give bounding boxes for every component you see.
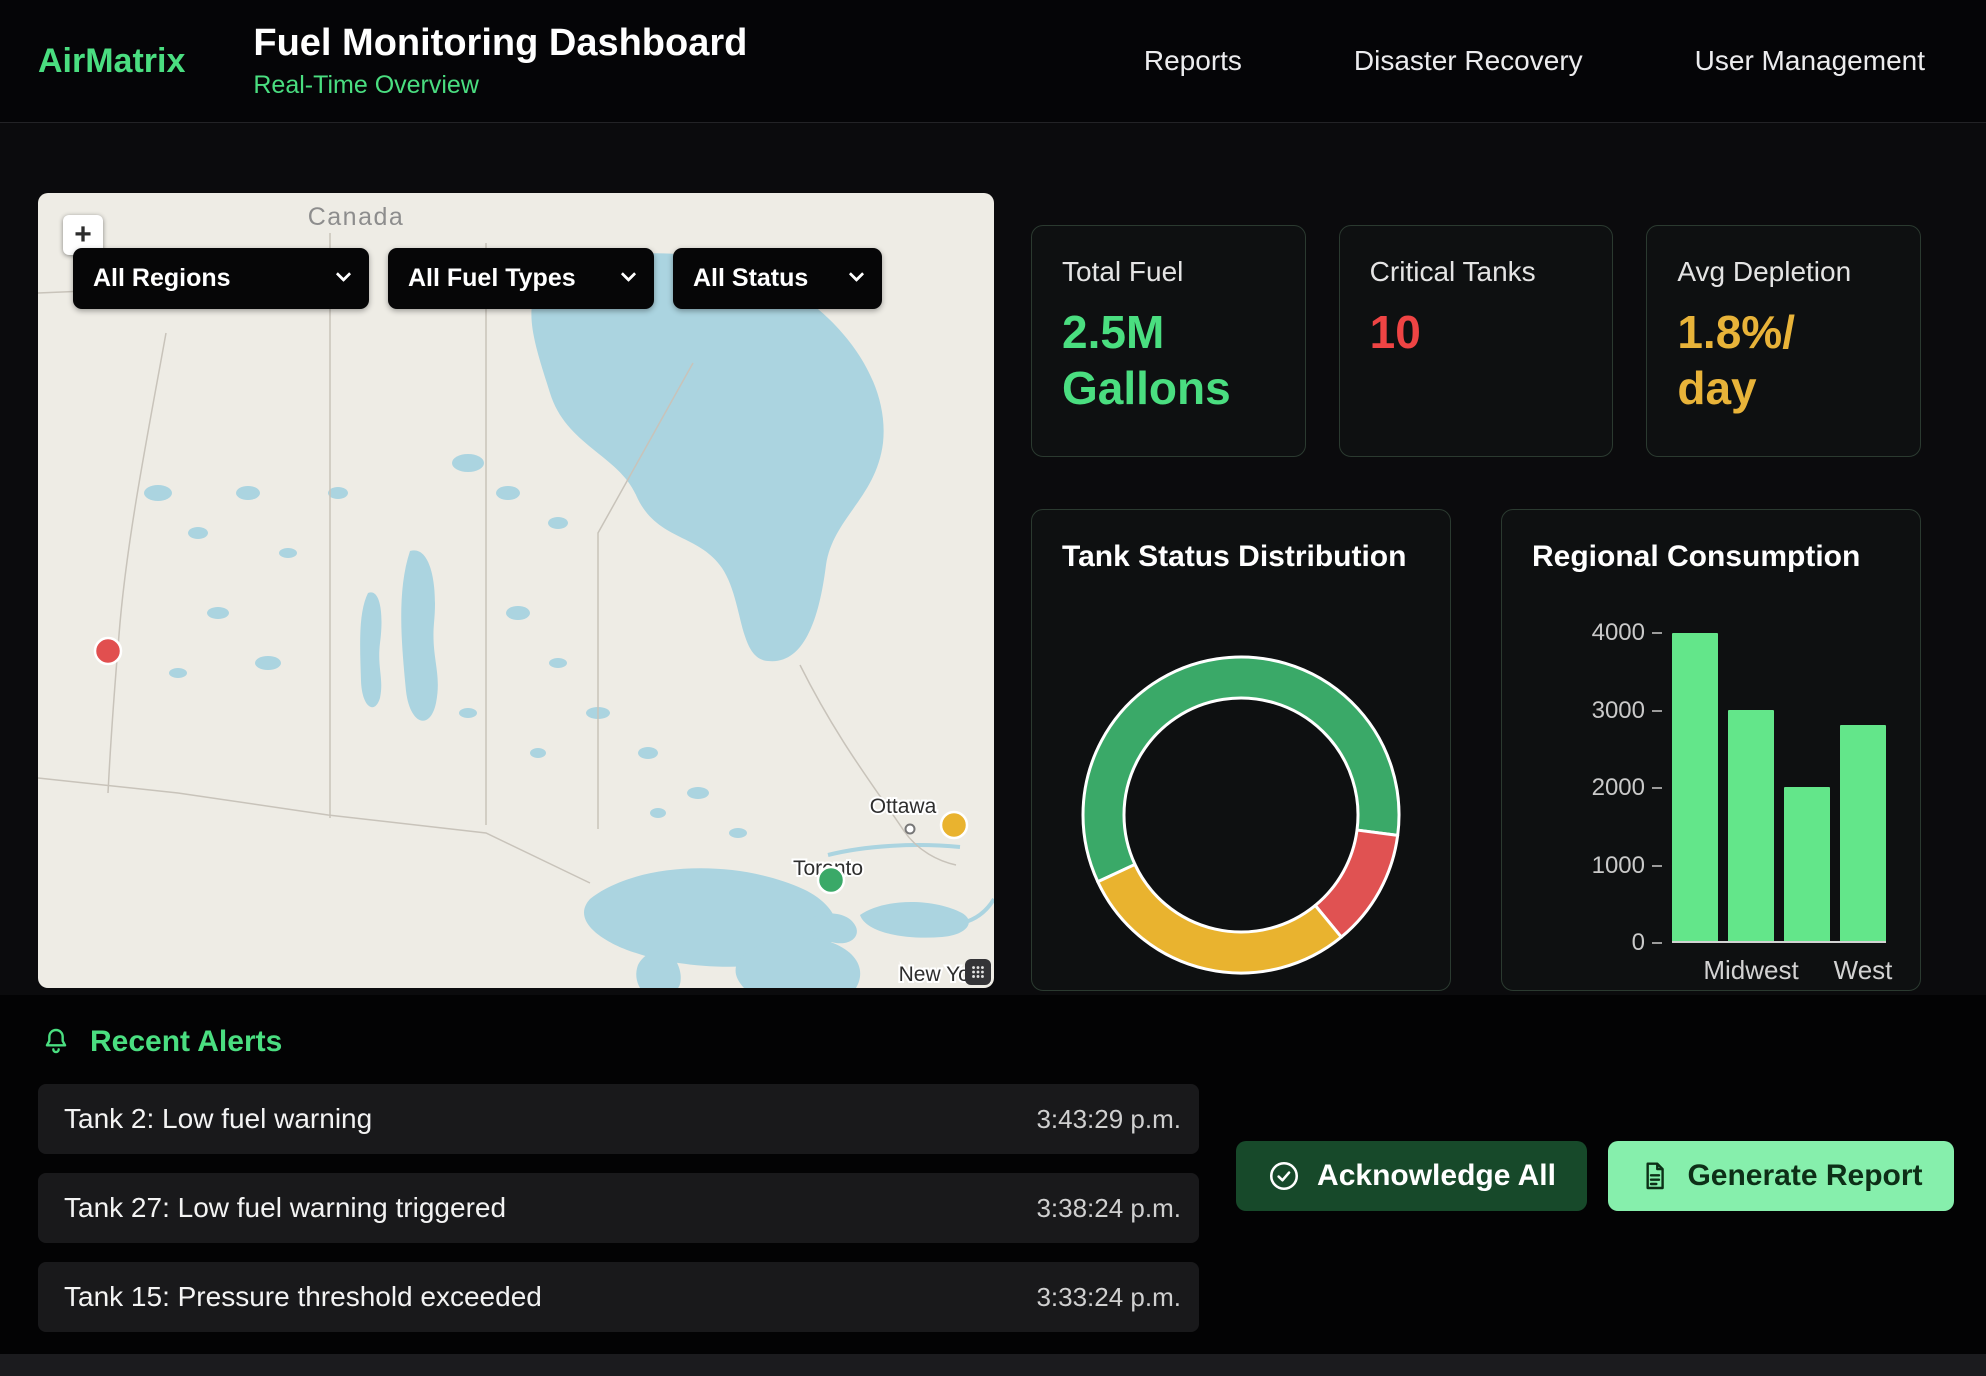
- alert-message: Tank 2: Low fuel warning: [64, 1103, 372, 1135]
- generate-report-label: Generate Report: [1687, 1159, 1922, 1193]
- stat-value-critical-tanks: 10: [1370, 304, 1545, 360]
- map-attribution-icon[interactable]: [965, 959, 991, 985]
- bar-chart-y-axis: 01000200030004000: [1562, 633, 1662, 943]
- regional-consumption-title: Regional Consumption: [1532, 540, 1890, 574]
- charts-row: Tank Status Distribution Regional Consum…: [1031, 509, 1921, 991]
- fuel-type-filter-dropdown[interactable]: All Fuel Types: [388, 248, 654, 309]
- main-nav: Reports Disaster Recovery User Managemen…: [1144, 45, 1986, 77]
- right-column: Total Fuel 2.5M Gallons Critical Tanks 1…: [1031, 193, 1921, 993]
- donut-segment-green: [1083, 657, 1399, 882]
- alert-list: Tank 2: Low fuel warning 3:43:29 p.m. Ta…: [38, 1084, 1199, 1351]
- fuel-type-filter-label: All Fuel Types: [408, 264, 576, 293]
- nav-item-disaster-recovery[interactable]: Disaster Recovery: [1354, 45, 1583, 77]
- alert-time: 3:43:29 p.m.: [1036, 1104, 1181, 1135]
- recent-alerts-title: Recent Alerts: [90, 1025, 282, 1059]
- stat-card-critical-tanks: Critical Tanks 10: [1339, 225, 1614, 457]
- bell-icon: [40, 1026, 72, 1058]
- recent-alerts-heading: Recent Alerts: [40, 1025, 282, 1059]
- alert-row[interactable]: Tank 15: Pressure threshold exceeded 3:3…: [38, 1262, 1199, 1332]
- header: AirMatrix Fuel Monitoring Dashboard Real…: [0, 0, 1986, 123]
- chevron-down-icon: [336, 266, 352, 282]
- lake-ontario: [860, 902, 969, 938]
- x-tick-label: [1784, 955, 1830, 986]
- bar-2: [1784, 787, 1830, 941]
- page-title: Fuel Monitoring Dashboard: [253, 22, 747, 65]
- bar-chart-plot: [1672, 633, 1886, 943]
- stats-row: Total Fuel 2.5M Gallons Critical Tanks 1…: [1031, 225, 1921, 457]
- map-filters: All Regions All Fuel Types All Status: [73, 248, 882, 309]
- alert-message: Tank 15: Pressure threshold exceeded: [64, 1281, 542, 1313]
- regional-consumption-bar-chart: 01000200030004000 MidwestWest: [1672, 633, 1886, 943]
- bar-3: [1840, 725, 1886, 941]
- map-svg[interactable]: Canada Ottawa Toronto New York: [38, 193, 994, 988]
- nav-item-reports[interactable]: Reports: [1144, 45, 1242, 77]
- stat-card-avg-depletion: Avg Depletion 1.8%/day: [1646, 225, 1921, 457]
- stat-value-avg-depletion: 1.8%/day: [1677, 304, 1852, 416]
- chevron-down-icon: [621, 266, 637, 282]
- tank-marker-normal[interactable]: [818, 867, 844, 893]
- alert-time: 3:33:24 p.m.: [1036, 1282, 1181, 1313]
- map-panel[interactable]: Canada Ottawa Toronto New York + All Reg…: [38, 193, 994, 988]
- y-tick-label: 0: [1632, 929, 1662, 957]
- alert-actions: Acknowledge All Generate Report: [1236, 1141, 1954, 1211]
- chevron-down-icon: [849, 266, 865, 282]
- recent-alerts-section: Recent Alerts Tank 2: Low fuel warning 3…: [0, 995, 1986, 1354]
- stat-label: Avg Depletion: [1677, 256, 1890, 288]
- y-tick-label: 3000: [1592, 697, 1662, 725]
- check-circle-icon: [1267, 1159, 1301, 1193]
- alert-time: 3:38:24 p.m.: [1036, 1193, 1181, 1224]
- bar-0: [1672, 633, 1718, 941]
- page-subtitle: Real-Time Overview: [253, 71, 747, 100]
- status-filter-dropdown[interactable]: All Status: [673, 248, 882, 309]
- tank-status-title: Tank Status Distribution: [1062, 540, 1420, 574]
- hudson-bay: [531, 253, 883, 661]
- alert-row[interactable]: Tank 27: Low fuel warning triggered 3:38…: [38, 1173, 1199, 1243]
- map-label-canada: Canada: [308, 203, 405, 231]
- y-tick-label: 1000: [1592, 852, 1662, 880]
- footer-strip: [0, 1354, 1986, 1376]
- tank-marker-critical[interactable]: [95, 638, 121, 664]
- tank-status-donut-chart: [1076, 650, 1406, 980]
- stat-card-total-fuel: Total Fuel 2.5M Gallons: [1031, 225, 1306, 457]
- status-filter-label: All Status: [693, 264, 808, 293]
- tank-marker-warning[interactable]: [941, 812, 967, 838]
- stat-label: Total Fuel: [1062, 256, 1275, 288]
- bar-1: [1728, 710, 1774, 941]
- bar-chart-x-axis: Midwest West: [1672, 955, 1886, 986]
- grip-dots-icon: [970, 964, 986, 980]
- document-icon: [1639, 1160, 1671, 1192]
- map-label-ottawa: Ottawa: [870, 795, 937, 818]
- ottawa-town-dot: [906, 825, 915, 834]
- nav-item-user-management[interactable]: User Management: [1695, 45, 1925, 77]
- airmatrix-logo: AirMatrix: [38, 42, 185, 81]
- stat-value-total-fuel: 2.5M Gallons: [1062, 304, 1237, 416]
- y-tick-label: 4000: [1592, 619, 1662, 647]
- region-filter-label: All Regions: [93, 264, 231, 293]
- title-block: Fuel Monitoring Dashboard Real-Time Over…: [253, 22, 747, 100]
- y-tick-label: 2000: [1592, 774, 1662, 802]
- x-tick-label: West: [1840, 955, 1886, 986]
- alert-row[interactable]: Tank 2: Low fuel warning 3:43:29 p.m.: [38, 1084, 1199, 1154]
- region-filter-dropdown[interactable]: All Regions: [73, 248, 369, 309]
- acknowledge-all-label: Acknowledge All: [1317, 1159, 1556, 1193]
- tank-status-card: Tank Status Distribution: [1031, 509, 1451, 991]
- acknowledge-all-button[interactable]: Acknowledge All: [1236, 1141, 1587, 1211]
- alert-message: Tank 27: Low fuel warning triggered: [64, 1192, 506, 1224]
- x-tick-label: Midwest: [1728, 955, 1774, 986]
- generate-report-button[interactable]: Generate Report: [1608, 1141, 1954, 1211]
- donut-segment-yellow: [1098, 864, 1341, 973]
- stat-label: Critical Tanks: [1370, 256, 1583, 288]
- regional-consumption-card: Regional Consumption 01000200030004000 M…: [1501, 509, 1921, 991]
